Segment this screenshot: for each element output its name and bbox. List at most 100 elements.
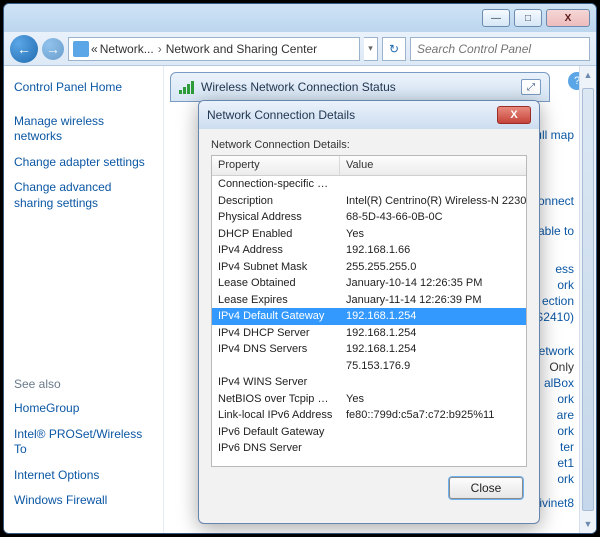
- peek-text: S2410): [535, 310, 574, 324]
- refresh-button[interactable]: ↻: [382, 37, 406, 61]
- value-cell: 192.168.1.66: [340, 244, 526, 256]
- property-cell: DHCP Enabled: [212, 228, 340, 240]
- property-cell: IPv4 Address: [212, 244, 340, 256]
- details-row[interactable]: Physical Address68-5D-43-66-0B-0C: [212, 209, 526, 226]
- peek-link[interactable]: ork: [557, 278, 574, 292]
- peek-link[interactable]: etwork: [539, 344, 574, 358]
- nav-forward-button[interactable]: →: [42, 38, 64, 60]
- see-also-label: See also: [14, 377, 153, 393]
- value-cell: 192.168.1.254: [340, 310, 526, 322]
- peek-link[interactable]: ork: [557, 472, 574, 486]
- peek-link[interactable]: ess: [555, 262, 574, 276]
- details-list: Property Value Connection-specific DN...…: [211, 155, 527, 467]
- details-row[interactable]: 75.153.176.9: [212, 358, 526, 375]
- details-row[interactable]: Lease ExpiresJanuary-11-14 12:26:39 PM: [212, 292, 526, 309]
- property-cell: Physical Address: [212, 211, 340, 223]
- value-cell: Yes: [340, 393, 526, 405]
- peek-link[interactable]: ork: [557, 424, 574, 438]
- breadcrumb[interactable]: « Network... › Network and Sharing Cente…: [68, 37, 360, 61]
- peek-text: Only: [549, 360, 574, 374]
- value-cell: fe80::799d:c5a7:c72:b925%11: [340, 409, 526, 421]
- value-cell: Intel(R) Centrino(R) Wireless-N 2230: [340, 195, 526, 207]
- peek-link[interactable]: ection: [542, 294, 574, 308]
- see-also-link[interactable]: Intel® PROSet/Wireless To: [14, 427, 153, 458]
- value-cell: 75.153.176.9: [340, 360, 526, 372]
- details-rows-container: Connection-specific DN... DescriptionInte…: [212, 176, 526, 457]
- breadcrumb-separator: ›: [156, 42, 164, 56]
- see-also-link[interactable]: HomeGroup: [14, 401, 153, 417]
- details-dialog-close-x[interactable]: X: [497, 106, 531, 124]
- details-list-header: Property Value: [212, 156, 526, 176]
- property-cell: Lease Expires: [212, 294, 340, 306]
- details-row[interactable]: IPv6 DNS Server: [212, 440, 526, 457]
- details-row[interactable]: IPv4 Default Gateway192.168.1.254: [212, 308, 526, 325]
- scrollbar-thumb[interactable]: [582, 88, 594, 511]
- sidebar-home-link[interactable]: Control Panel Home: [14, 80, 153, 96]
- value-cell: 255.255.255.0: [340, 261, 526, 273]
- peek-link[interactable]: alBox: [544, 376, 574, 390]
- details-row[interactable]: IPv4 DHCP Server192.168.1.254: [212, 325, 526, 342]
- nav-back-button[interactable]: ←: [10, 35, 38, 63]
- value-cell: 68-5D-43-66-0B-0C: [340, 211, 526, 223]
- peek-link[interactable]: ter: [560, 440, 574, 454]
- breadcrumb-item[interactable]: Network and Sharing Center: [166, 42, 317, 56]
- property-cell: Link-local IPv6 Address: [212, 409, 340, 421]
- value-cell: January-10-14 12:26:35 PM: [340, 277, 526, 289]
- column-property-header[interactable]: Property: [212, 156, 340, 175]
- property-cell: Connection-specific DN...: [212, 178, 340, 190]
- property-cell: IPv4 Default Gateway: [212, 310, 340, 322]
- property-cell: IPv4 WINS Server: [212, 376, 340, 388]
- sidebar-item[interactable]: Change adapter settings: [14, 155, 153, 171]
- window-maximize-button[interactable]: □: [514, 9, 542, 27]
- scroll-down-arrow[interactable]: ▼: [580, 515, 596, 533]
- details-row[interactable]: Link-local IPv6 Addressfe80::799d:c5a7:c…: [212, 407, 526, 424]
- details-dialog-title: Network Connection Details: [207, 108, 355, 122]
- details-row[interactable]: DHCP EnabledYes: [212, 226, 526, 243]
- location-icon: [73, 41, 89, 57]
- value-cell: Yes: [340, 228, 526, 240]
- peek-link[interactable]: et1: [557, 456, 574, 470]
- sidebar-item[interactable]: Change advanced sharing settings: [14, 180, 153, 211]
- details-row[interactable]: IPv4 Subnet Mask255.255.255.0: [212, 259, 526, 276]
- peek-link[interactable]: ork: [557, 392, 574, 406]
- scroll-up-arrow[interactable]: ▲: [580, 66, 596, 84]
- property-cell: IPv6 Default Gateway: [212, 426, 340, 438]
- wifi-signal-icon: [179, 80, 195, 94]
- property-cell: IPv4 DHCP Server: [212, 327, 340, 339]
- window-titlebar: — □ X: [4, 4, 596, 32]
- see-also-link[interactable]: Windows Firewall: [14, 493, 153, 509]
- sidebar-item[interactable]: Manage wireless networks: [14, 114, 153, 145]
- details-row[interactable]: Lease ObtainedJanuary-10-14 12:26:35 PM: [212, 275, 526, 292]
- details-row[interactable]: Connection-specific DN...: [212, 176, 526, 193]
- details-row[interactable]: IPv4 Address192.168.1.66: [212, 242, 526, 259]
- vertical-scrollbar[interactable]: ▲ ▼: [579, 66, 596, 533]
- value-cell: 192.168.1.254: [340, 343, 526, 355]
- window-minimize-button[interactable]: —: [482, 9, 510, 27]
- property-cell: IPv6 DNS Server: [212, 442, 340, 454]
- breadcrumb-item[interactable]: Network...: [100, 42, 154, 56]
- property-cell: IPv4 Subnet Mask: [212, 261, 340, 273]
- column-value-header[interactable]: Value: [340, 156, 526, 175]
- status-dialog-titlebar: Wireless Network Connection Status ⤢: [170, 72, 550, 102]
- peek-link[interactable]: are: [557, 408, 574, 422]
- details-dialog: Network Connection Details X Network Con…: [198, 100, 540, 524]
- property-cell: IPv4 DNS Servers: [212, 343, 340, 355]
- details-row[interactable]: IPv4 WINS Server: [212, 374, 526, 391]
- value-cell: 192.168.1.254: [340, 327, 526, 339]
- window-close-button[interactable]: X: [546, 9, 590, 27]
- breadcrumb-dropdown[interactable]: ▾: [364, 37, 378, 61]
- search-input[interactable]: [410, 37, 590, 61]
- peek-link[interactable]: able to: [538, 224, 574, 238]
- see-also-link[interactable]: Internet Options: [14, 468, 153, 484]
- status-dialog-title: Wireless Network Connection Status: [201, 80, 515, 94]
- details-row[interactable]: IPv6 Default Gateway: [212, 424, 526, 441]
- property-cell: Lease Obtained: [212, 277, 340, 289]
- close-button[interactable]: Close: [449, 477, 523, 499]
- breadcrumb-prefix: «: [91, 42, 98, 56]
- property-cell: Description: [212, 195, 340, 207]
- details-list-label: Network Connection Details:: [211, 139, 527, 151]
- details-row[interactable]: IPv4 DNS Servers192.168.1.254: [212, 341, 526, 358]
- details-row[interactable]: NetBIOS over Tcpip En...Yes: [212, 391, 526, 408]
- details-row[interactable]: DescriptionIntel(R) Centrino(R) Wireless…: [212, 193, 526, 210]
- status-dialog-expand-button[interactable]: ⤢: [521, 79, 541, 95]
